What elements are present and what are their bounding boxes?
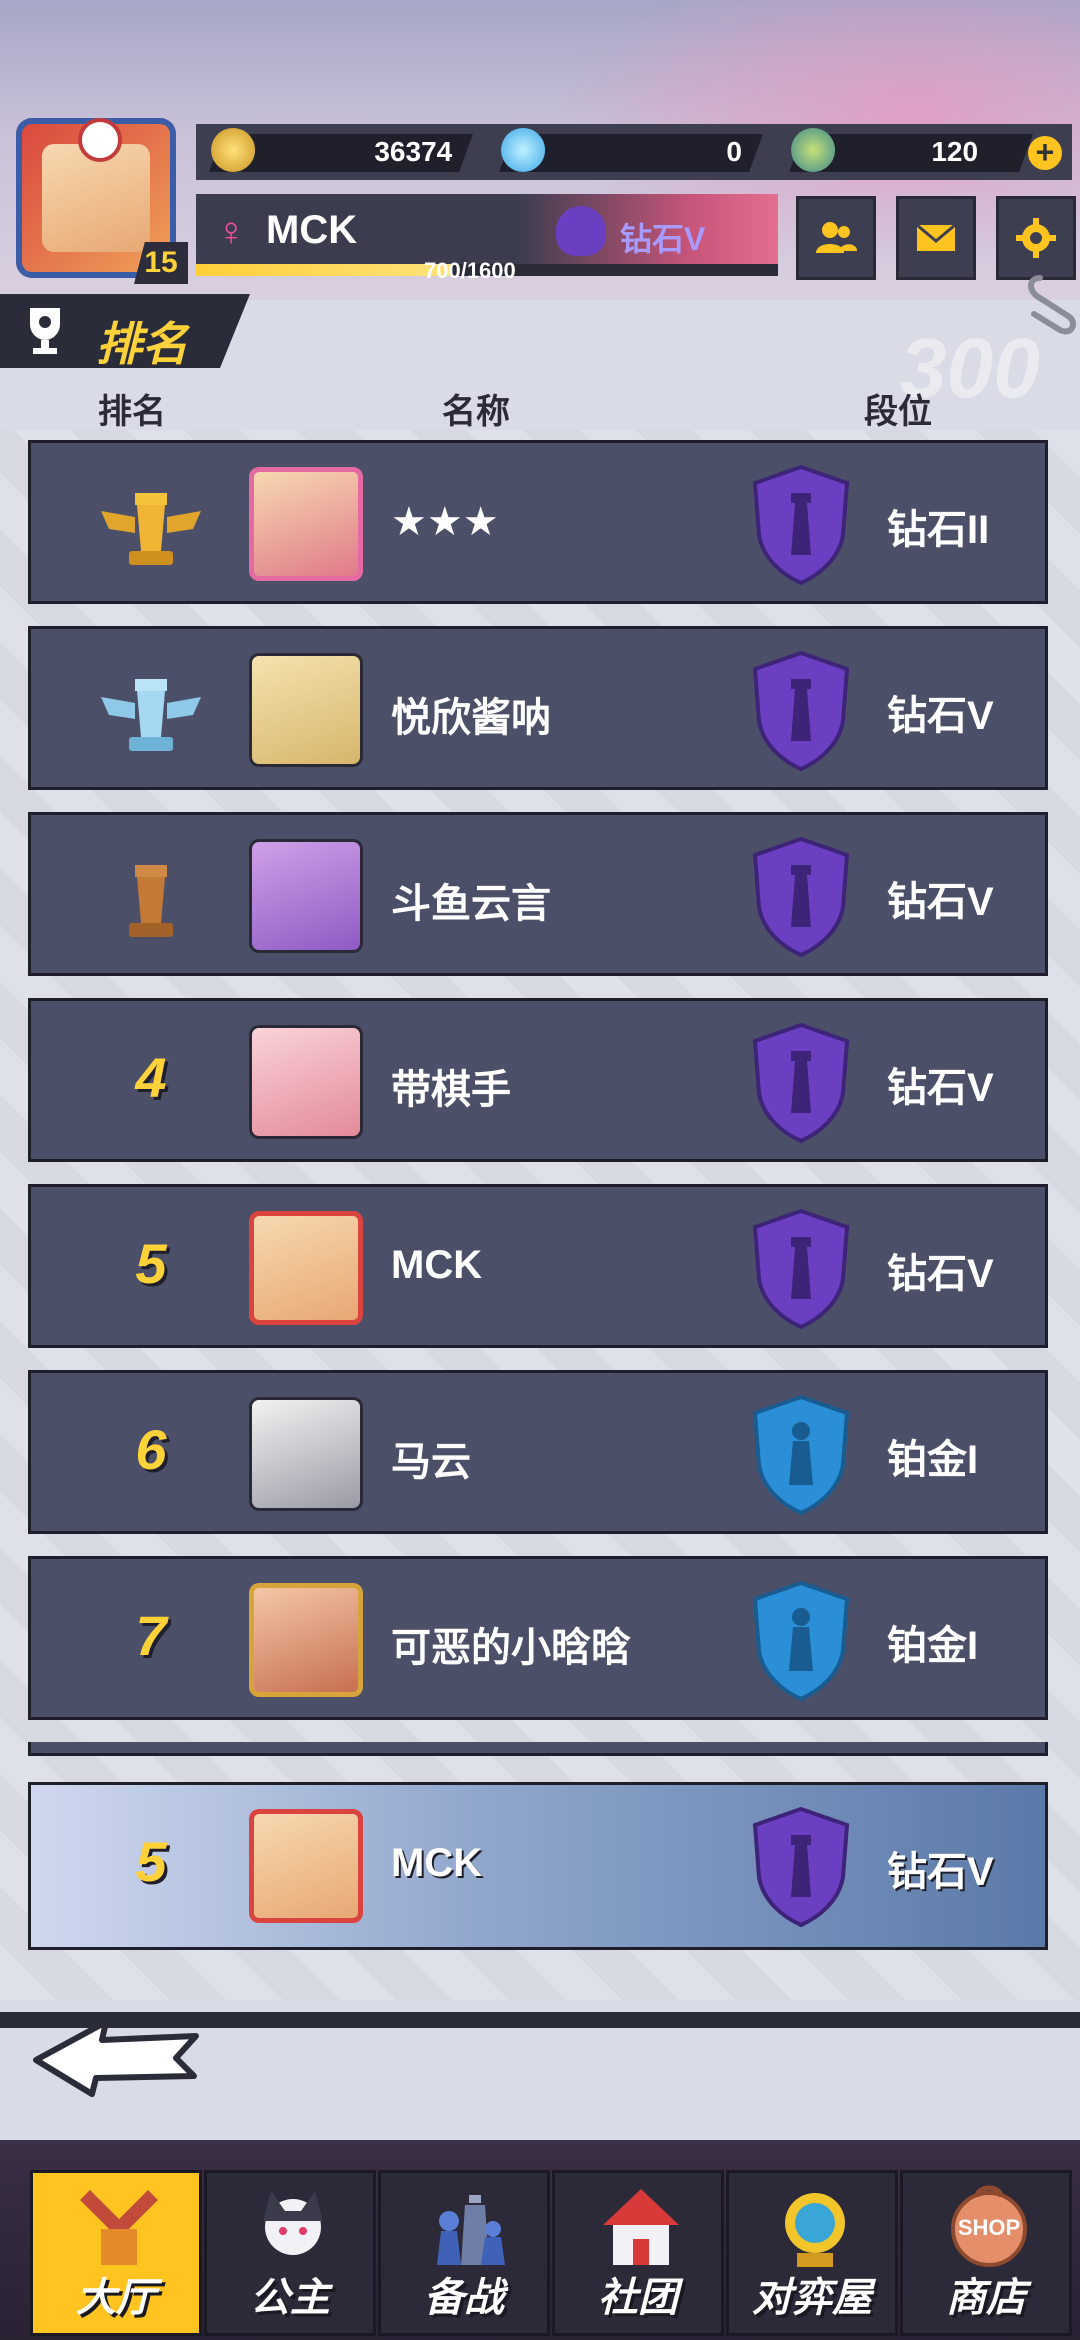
- shop-badge-text: SHOP: [957, 2215, 1021, 2240]
- mail-icon: [916, 223, 956, 251]
- player-rank: 钻石V: [620, 221, 706, 257]
- tier-label: 钻石V: [887, 880, 994, 924]
- self-avatar-thumb: [249, 1809, 363, 1923]
- exp-text: 700/1600: [424, 258, 516, 283]
- tier-label: 铂金I: [887, 1438, 979, 1482]
- lobby-icon: [80, 2190, 158, 2265]
- trophy-icon: [30, 308, 60, 354]
- tier-label: 钻石II: [887, 508, 990, 552]
- mail-button[interactable]: [896, 196, 976, 280]
- column-name: 名称: [442, 393, 510, 431]
- diamond-tier-shield-icon: [752, 650, 850, 772]
- diamond-tier-shield-icon: [752, 1022, 850, 1144]
- chess-pieces-icon: [437, 2195, 505, 2265]
- rank-number: 7: [135, 1604, 167, 1667]
- stamina-amount: 120: [931, 136, 979, 167]
- player-avatar-thumb: [249, 1211, 363, 1325]
- nav-battle-house[interactable]: 对弈屋: [726, 2170, 898, 2336]
- diamond-rank-icon: [556, 206, 606, 256]
- gold-amount: 36374: [374, 136, 453, 167]
- ranking-row[interactable]: ★★★ 钻石II: [28, 440, 1048, 604]
- princess-icon: [263, 2191, 323, 2255]
- diamond-tier-shield-icon: [752, 464, 850, 586]
- diamond-tier-shield-icon: [752, 1208, 850, 1330]
- player-name: 斗鱼云言: [391, 882, 551, 926]
- ranking-row[interactable]: 4 带棋手 钻石V: [28, 998, 1048, 1162]
- settings-icon: [1016, 218, 1056, 258]
- friends-icon: [816, 222, 857, 253]
- paperclip-icon: [1028, 275, 1077, 335]
- ranking-row[interactable]: 6 马云 铂金I: [28, 1370, 1048, 1534]
- nav-label: 对弈屋: [752, 2276, 872, 2320]
- column-tier: 段位: [864, 393, 932, 431]
- gold-coin-icon: [211, 128, 256, 172]
- diamond-icon: [501, 128, 546, 172]
- player-name: 悦欣酱呐: [391, 696, 551, 740]
- player-avatar-thumb: [249, 1583, 363, 1697]
- diamond-tier-shield-icon: [752, 1806, 850, 1928]
- self-ranking-row[interactable]: 5 MCK 钻石V: [28, 1782, 1048, 1950]
- diamond-tier-shield-icon: [752, 836, 850, 958]
- player-name: MCK: [266, 208, 358, 252]
- female-icon: ♀: [216, 210, 246, 254]
- rank-number: 6: [135, 1418, 167, 1481]
- nav-label: 公主: [250, 2276, 330, 2320]
- battle-house-icon: [785, 2193, 845, 2267]
- diamond-amount: 0: [726, 136, 743, 167]
- back-arrow-icon[interactable]: [26, 2010, 206, 2100]
- nav-label: 备战: [424, 2276, 504, 2320]
- currency-bar: 36374 0 120 +: [196, 124, 1072, 180]
- self-tier: 钻石V: [887, 1850, 994, 1894]
- silver-rook-medal-icon: [101, 679, 201, 751]
- player-name: 可恶的小晗晗: [391, 1626, 631, 1670]
- ranking-title: 排名: [96, 318, 188, 370]
- nav-princess[interactable]: 公主: [204, 2170, 376, 2336]
- column-rank: 排名: [98, 393, 166, 431]
- ranking-row[interactable]: 斗鱼云言 钻石V: [28, 812, 1048, 976]
- bronze-rook-medal-icon: [129, 865, 173, 937]
- self-name: MCK: [391, 1841, 483, 1885]
- player-avatar-thumb: [249, 467, 363, 581]
- nav-label: 商店: [946, 2276, 1026, 2320]
- nav-prepare[interactable]: 备战: [378, 2170, 550, 2336]
- player-avatar-thumb: [249, 839, 363, 953]
- ranking-row[interactable]: 7 可恶的小晗晗 铂金I: [28, 1556, 1048, 1720]
- player-name: MCK: [391, 1243, 483, 1287]
- list-cutoff-edge: [28, 1742, 1048, 1756]
- platinum-tier-shield-icon: [752, 1580, 850, 1702]
- nav-lobby[interactable]: 大厅: [30, 2170, 202, 2336]
- currency-gold: 36374: [209, 128, 473, 172]
- player-avatar-thumb: [249, 653, 363, 767]
- nav-label: 社团: [598, 2276, 678, 2320]
- nav-label: 大厅: [76, 2276, 156, 2320]
- player-name: ★★★: [391, 500, 499, 544]
- currency-stamina: 120: [789, 128, 1033, 172]
- ranking-row[interactable]: 悦欣酱呐 钻石V: [28, 626, 1048, 790]
- tier-label: 钻石V: [887, 1252, 994, 1296]
- self-rank-number: 5: [135, 1830, 167, 1893]
- tier-label: 铂金I: [887, 1624, 979, 1668]
- stamina-icon: [791, 128, 836, 172]
- player-name: 带棋手: [391, 1068, 511, 1112]
- tier-label: 钻石V: [887, 1066, 994, 1110]
- club-icon: [603, 2189, 679, 2265]
- currency-diamond: 0: [499, 128, 763, 172]
- gold-rook-medal-icon: [101, 493, 201, 565]
- rank-number: 4: [135, 1046, 167, 1109]
- avatar-emblem-icon: [78, 118, 122, 162]
- tier-label: 钻石V: [887, 694, 994, 738]
- nav-club[interactable]: 社团: [552, 2170, 724, 2336]
- ranking-row[interactable]: 5 MCK 钻石V: [28, 1184, 1048, 1348]
- platinum-tier-shield-icon: [752, 1394, 850, 1516]
- player-name: 马云: [391, 1440, 471, 1484]
- friends-button[interactable]: [796, 196, 876, 280]
- player-avatar-thumb: [249, 1397, 363, 1511]
- player-avatar-thumb: [249, 1025, 363, 1139]
- rank-number: 5: [135, 1232, 167, 1295]
- bottom-nav: 大厅 公主 备战 社团 对弈屋 SHOP 商店: [0, 2140, 1080, 2340]
- exp-fill: [196, 264, 451, 276]
- add-currency-button[interactable]: +: [1028, 136, 1062, 170]
- nav-shop[interactable]: SHOP 商店: [900, 2170, 1072, 2336]
